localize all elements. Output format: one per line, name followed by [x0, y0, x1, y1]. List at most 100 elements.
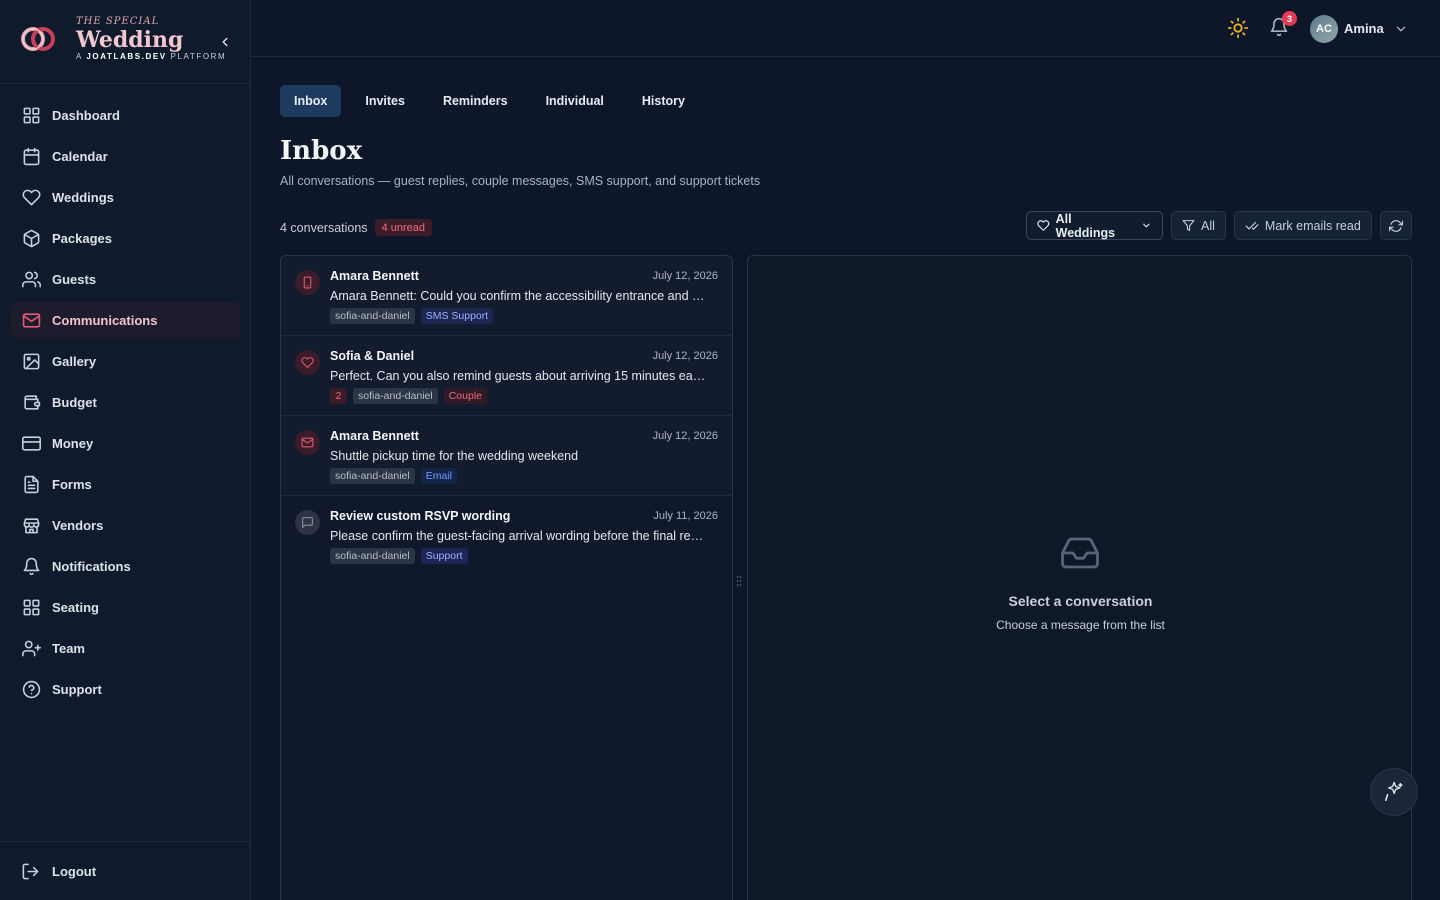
conversation-row[interactable]: Amara Bennett July 12, 2026 Amara Bennett:…	[281, 256, 732, 336]
brand-text: THE SPECIAL Wedding A JOATLABS.DEV PLATF…	[76, 16, 226, 62]
sidebar-nav: Dashboard Calendar Weddings Packages Guests C…	[11, 97, 240, 712]
conversation-sender: Amara Bennett	[330, 429, 419, 443]
message-square-icon	[295, 510, 320, 535]
conversation-detail-panel: Select a conversation Choose a message f…	[747, 255, 1412, 900]
empty-state-subtitle: Choose a message from the list	[996, 618, 1165, 632]
page-subtitle: All conversations — guest replies, coupl…	[280, 174, 761, 188]
conversation-date: July 12, 2026	[652, 430, 718, 442]
conversation-row[interactable]: Sofia & Daniel July 12, 2026 Perfect. Can …	[281, 336, 732, 416]
sidebar-item-seating[interactable]: Seating	[11, 589, 240, 626]
sidebar-item-vendors[interactable]: Vendors	[11, 507, 240, 544]
conversation-tags: sofia-and-daniel Email	[330, 468, 463, 484]
conversation-list: Amara Bennett July 12, 2026 Amara Bennett:…	[280, 255, 733, 900]
sidebar-item-team[interactable]: Team	[11, 630, 240, 667]
topbar: 3 AC Amina	[251, 0, 1440, 57]
sidebar-item-forms[interactable]: Forms	[11, 466, 240, 503]
ai-assistant-button[interactable]	[1370, 768, 1418, 816]
filter-icon	[1182, 220, 1195, 231]
logout-button[interactable]: Logout	[21, 861, 96, 881]
refresh-button[interactable]	[1379, 211, 1412, 240]
sidebar-item-dashboard[interactable]: Dashboard	[11, 97, 240, 134]
tab-inbox[interactable]: Inbox	[280, 85, 342, 117]
sidebar-item-label: Weddings	[52, 190, 114, 205]
conversation-type-tag: Couple	[443, 388, 487, 404]
sidebar-item-packages[interactable]: Packages	[11, 220, 240, 257]
sun-icon	[1227, 17, 1249, 39]
sidebar-item-money[interactable]: Money	[11, 425, 240, 462]
conversation-preview: Shuttle pickup time for the wedding week…	[330, 449, 579, 463]
users-icon	[21, 270, 41, 290]
sidebar-footer: Logout	[0, 841, 251, 900]
sidebar-item-label: Support	[52, 682, 102, 697]
page-title: Inbox	[280, 136, 363, 166]
tab-invites[interactable]: Invites	[351, 85, 419, 117]
wedding-slug-tag: sofia-and-daniel	[330, 468, 415, 484]
sidebar-item-guests[interactable]: Guests	[11, 261, 240, 298]
sidebar-item-gallery[interactable]: Gallery	[11, 343, 240, 380]
conversation-sender: Review custom RSVP wording	[330, 509, 511, 523]
mark-emails-read-label: Mark emails read	[1264, 218, 1361, 233]
sidebar-item-label: Seating	[52, 600, 99, 615]
store-icon	[21, 516, 41, 536]
sidebar-item-communications[interactable]: Communications	[11, 302, 240, 339]
chevron-left-icon	[222, 37, 228, 47]
log-out-icon	[21, 861, 41, 881]
conversation-type-tag: SMS Support	[420, 308, 494, 324]
sidebar-item-support[interactable]: Support	[11, 671, 240, 708]
conversation-row[interactable]: Review custom RSVP wording July 11, 2026 P…	[281, 496, 732, 576]
message-count-badge: 2	[330, 388, 347, 404]
sidebar-item-calendar[interactable]: Calendar	[11, 138, 240, 175]
weddings-filter-dropdown[interactable]: All Weddings	[1026, 211, 1163, 240]
conversation-date: July 11, 2026	[653, 510, 718, 522]
theme-toggle-button[interactable]	[1227, 17, 1249, 39]
wallet-icon	[21, 393, 41, 413]
sidebar-item-weddings[interactable]: Weddings	[11, 179, 240, 216]
conversation-tags: sofia-and-daniel SMS Support	[330, 308, 499, 324]
collapse-sidebar-button[interactable]	[215, 32, 235, 52]
sidebar-item-label: Gallery	[52, 354, 97, 369]
check-check-icon	[1245, 221, 1259, 230]
sidebar-item-label: Calendar	[52, 149, 108, 164]
notification-count-badge: 3	[1282, 11, 1297, 26]
heart-icon	[21, 188, 41, 208]
sidebar-item-label: Packages	[52, 231, 112, 246]
calendar-icon	[21, 147, 41, 167]
sidebar-item-label: Communications	[52, 313, 158, 328]
empty-state-title: Select a conversation	[1008, 593, 1153, 609]
mail-icon	[295, 430, 320, 455]
panel-resize-handle[interactable]	[736, 574, 742, 586]
mark-emails-read-button[interactable]: Mark emails read	[1233, 211, 1372, 240]
type-filter-label: All	[1201, 218, 1215, 233]
tab-individual[interactable]: Individual	[532, 85, 618, 117]
sidebar-item-budget[interactable]: Budget	[11, 384, 240, 421]
wedding-slug-tag: sofia-and-daniel	[353, 388, 438, 404]
conversation-preview: Amara Bennett: Could you confirm the acc…	[330, 289, 705, 303]
grip-vertical-icon	[736, 576, 742, 586]
rings-logo-icon	[21, 27, 55, 51]
user-name: Amina	[1344, 21, 1384, 36]
brand-name: Wedding	[76, 27, 184, 53]
wedding-slug-tag: sofia-and-daniel	[330, 308, 415, 324]
tab-history[interactable]: History	[628, 85, 699, 117]
user-menu[interactable]: AC Amina	[1310, 14, 1408, 43]
conversation-row[interactable]: Amara Bennett July 12, 2026 Shuttle pickup…	[281, 416, 732, 496]
sidebar-item-label: Forms	[52, 477, 92, 492]
conversation-summary: 4 conversations 4 unread	[280, 219, 432, 236]
sidebar-item-notifications[interactable]: Notifications	[11, 548, 240, 585]
wedding-slug-tag: sofia-and-daniel	[330, 548, 415, 564]
brand-platform: A JOATLABS.DEV PLATFORM	[76, 52, 227, 61]
bell-icon	[21, 557, 41, 577]
refresh-icon	[1388, 219, 1403, 232]
credit-card-icon	[21, 434, 41, 454]
conversation-preview: Perfect. Can you also remind guests abou…	[330, 369, 706, 383]
grid-icon	[21, 106, 41, 126]
user-plus-icon	[21, 639, 41, 659]
type-filter-button[interactable]: All	[1171, 211, 1226, 240]
tab-reminders[interactable]: Reminders	[429, 85, 522, 117]
image-icon	[21, 352, 41, 372]
sparkles-icon	[1384, 781, 1403, 802]
unread-badge: 4 unread	[374, 219, 432, 236]
communications-tabs: Inbox Invites Reminders Individual History	[280, 85, 709, 117]
sidebar-item-label: Vendors	[52, 518, 104, 533]
heart-icon	[295, 350, 320, 375]
